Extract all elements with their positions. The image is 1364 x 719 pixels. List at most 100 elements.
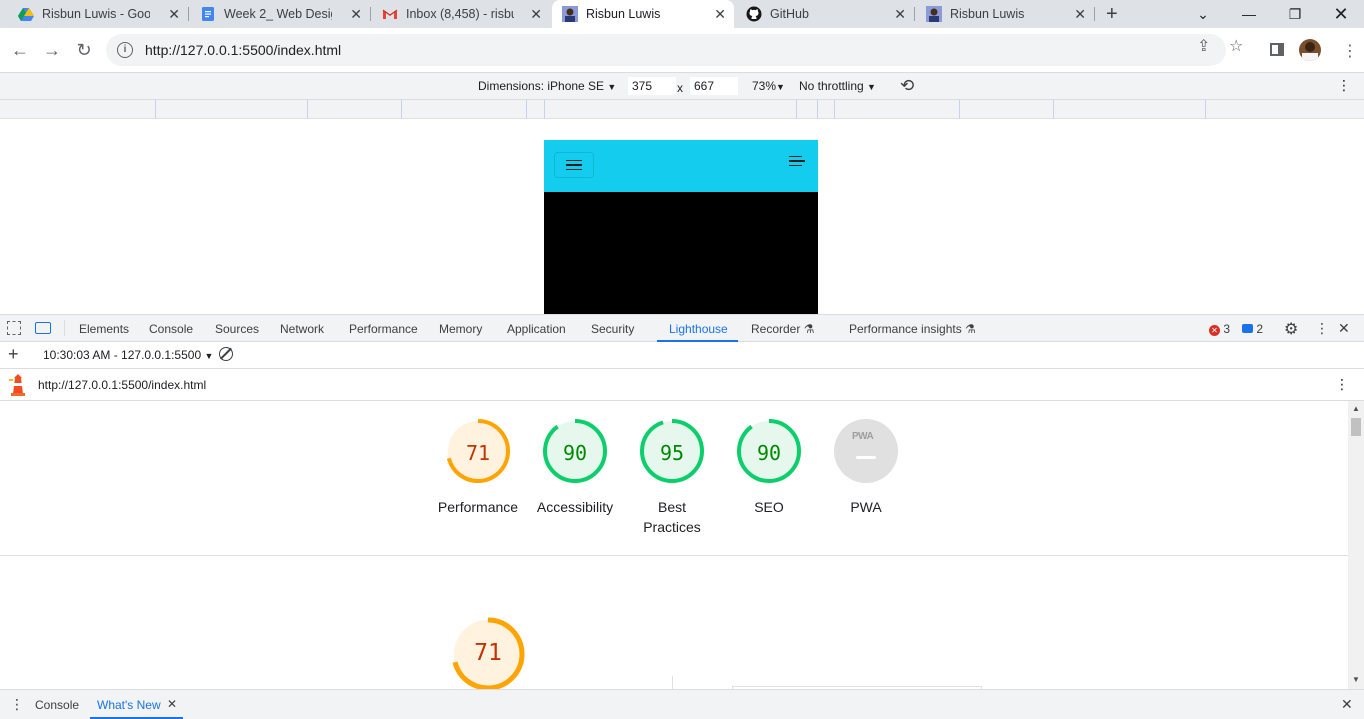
close-tab-icon[interactable]: ✕ [714,6,726,23]
emulated-viewport-area [0,120,1364,314]
throttling-label: No throttling [799,79,864,93]
close-tab-icon[interactable]: ✕ [1074,6,1086,23]
device-height-input[interactable]: 667 [690,77,738,95]
address-url[interactable]: http://127.0.0.1:5500/index.html [145,42,341,58]
hamburger-icon[interactable] [789,156,805,166]
device-width-input[interactable]: 375 [628,77,676,95]
gauge-label: Accessibility [536,499,614,515]
message-icon [1242,324,1253,333]
gauge-performance[interactable]: 71 Performance [428,419,528,515]
report-more-icon[interactable]: ⋮ [1335,376,1349,393]
performance-big-gauge: 71 [438,613,538,689]
settings-gear-icon[interactable]: ⚙ [1284,319,1298,339]
gauge-accessibility[interactable]: 90 Accessibility [525,419,625,515]
drawer-more-icon[interactable]: ⋮ [10,696,24,713]
device-more-icon[interactable]: ⋮ [1337,77,1351,94]
forward-arrow-icon[interactable]: → [39,37,65,63]
browser-tab[interactable]: Risbun Luwis - Googl ✕ [8,0,188,28]
report-divider [0,555,1348,556]
new-tab-button[interactable]: + [1106,3,1118,26]
close-tab-icon[interactable]: ✕ [530,6,542,23]
experiment-flask-icon: ⚗ [803,322,815,336]
gauge-score: 71 [465,441,491,465]
devtools-drawer: ⋮ Console What's New ✕ ✕ [0,689,1364,719]
google-docs-icon [202,7,214,21]
browser-tab[interactable]: Risbun Luwis ✕ [916,0,1094,28]
site-navbar [544,140,818,192]
side-panel-icon[interactable] [1270,43,1284,56]
report-url[interactable]: http://127.0.0.1:5500/index.html [38,378,206,392]
browser-tab-title: GitHub [770,7,809,21]
message-count: 2 [1256,322,1264,336]
tab-console[interactable]: Console [149,322,193,336]
performance-big-score: 71 [474,640,502,666]
tab-performance-insights[interactable]: Performance insights ⚗ [849,322,976,336]
tab-search-icon[interactable]: ⌄ [1180,0,1226,28]
tab-application[interactable]: Application [507,322,566,336]
github-icon [746,6,762,22]
gauge-seo[interactable]: 90 SEO [719,419,819,515]
device-dimensions-label: Dimensions: iPhone SE [478,79,605,93]
bookmark-star-icon[interactable]: ☆ [1229,36,1243,56]
chrome-menu-icon[interactable]: ⋮ [1342,41,1358,61]
device-dimensions-select[interactable]: Dimensions: iPhone SE ▼ [478,79,616,93]
minimize-icon[interactable]: — [1226,0,1272,28]
scroll-down-arrow-icon[interactable]: ▼ [1352,675,1360,684]
throttling-select[interactable]: No throttling ▼ [799,79,876,93]
browser-tab[interactable]: GitHub ✕ [736,0,914,28]
site-info-icon[interactable]: i [117,42,133,58]
gauge-best-practices[interactable]: 95 Best Practices [622,419,722,535]
gauge-score: 95 [659,441,685,465]
tab-security[interactable]: Security [591,322,634,336]
browser-tab-active[interactable]: Risbun Luwis ✕ [552,0,734,28]
browser-tab-title: Week 2_ Web Design [224,7,332,21]
close-drawer-tab-icon[interactable]: ✕ [167,697,177,711]
rotate-icon[interactable]: ⟲ [900,76,914,96]
gmail-icon [382,9,398,19]
share-icon[interactable]: ⇪ [1197,36,1210,56]
browser-tab-strip: Risbun Luwis - Googl ✕ Week 2_ Web Desig… [0,0,1364,28]
browser-tab-title: Inbox (8,458) - risbun [406,7,514,21]
profile-avatar[interactable] [1299,39,1321,61]
device-toolbar: Dimensions: iPhone SE ▼ 375 x 667 73%▼ N… [0,73,1364,100]
tab-elements[interactable]: Elements [79,322,129,336]
close-tab-icon[interactable]: ✕ [350,6,362,23]
report-scrollbar[interactable]: ▲ ▼ [1348,401,1364,689]
navbar-toggler-button[interactable] [554,152,594,178]
tab-memory[interactable]: Memory [439,322,482,336]
scrollbar-thumb[interactable] [1351,418,1361,436]
media-query-bar [0,100,1364,119]
drawer-tab-whats-new[interactable]: What's New [97,698,161,712]
close-drawer-icon[interactable]: ✕ [1341,696,1353,713]
scroll-up-arrow-icon[interactable]: ▲ [1352,404,1360,413]
browser-tab[interactable]: Week 2_ Web Design ✕ [190,0,370,28]
tab-sources[interactable]: Sources [215,322,259,336]
clear-reports-icon[interactable] [219,347,233,361]
close-window-icon[interactable]: ✕ [1318,0,1364,28]
drawer-tab-console[interactable]: Console [35,698,79,712]
dropdown-arrow-icon: ▼ [607,82,617,92]
gauge-label: Performance [437,499,519,515]
tab-lighthouse[interactable]: Lighthouse [669,322,728,336]
back-arrow-icon[interactable]: ← [7,37,33,63]
close-tab-icon[interactable]: ✕ [894,6,906,23]
tab-network[interactable]: Network [280,322,324,336]
close-devtools-icon[interactable]: ✕ [1338,320,1350,337]
message-count-badge[interactable]: 2 [1242,322,1263,336]
report-select[interactable]: 10:30:03 AM - 127.0.0.1:5500 ▼ [43,348,213,362]
zoom-select[interactable]: 73%▼ [752,79,785,93]
address-bar[interactable]: i http://127.0.0.1:5500/index.html [106,34,1226,66]
restore-icon[interactable]: ❐ [1272,0,1318,28]
tab-recorder[interactable]: Recorder ⚗ [751,322,814,336]
tab-performance[interactable]: Performance [349,322,418,336]
gauge-pwa[interactable]: PWA PWA [816,419,916,515]
gauge-label: SEO [754,499,784,515]
new-report-plus-icon[interactable]: + [8,344,19,365]
inspect-element-icon[interactable] [7,321,21,335]
close-tab-icon[interactable]: ✕ [168,6,180,23]
reload-icon[interactable]: ↻ [71,37,97,63]
devtools-more-icon[interactable]: ⋮ [1315,320,1329,337]
error-count-badge[interactable]: ✕ 3 [1209,322,1230,336]
device-toggle-icon[interactable] [35,322,51,334]
browser-tab[interactable]: Inbox (8,458) - risbun ✕ [372,0,550,28]
